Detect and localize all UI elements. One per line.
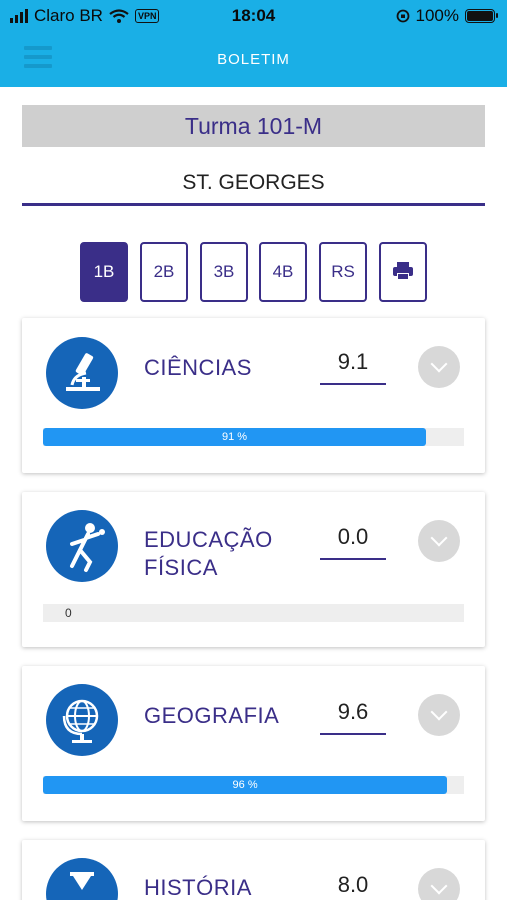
tab-3b[interactable]: 3B xyxy=(200,242,248,302)
progress-fill: 96 % xyxy=(43,776,448,794)
tab-4b[interactable]: 4B xyxy=(259,242,307,302)
subject-card-educacao-fisica: EDUCAÇÃO FÍSICA 0.0 0 xyxy=(22,492,485,647)
globe-icon xyxy=(46,684,118,756)
grade-value: 8.0 xyxy=(320,872,386,900)
progress-bar: 0 xyxy=(43,604,464,622)
battery-percent: 100% xyxy=(415,6,459,25)
discus-thrower-icon xyxy=(46,510,118,582)
tab-1b[interactable]: 1B xyxy=(80,242,128,302)
progress-bar: 91 % xyxy=(43,428,464,446)
status-bar: Claro BR VPN 18:04 100% xyxy=(0,0,507,32)
hourglass-icon xyxy=(46,858,118,900)
battery-icon xyxy=(465,9,498,23)
subject-card-ciencias: CIÊNCIAS 9.1 91 % xyxy=(22,318,485,473)
expand-chevron-icon[interactable] xyxy=(418,694,460,736)
subject-card-historia: HISTÓRIA 8.0 xyxy=(22,840,485,900)
subject-name: CIÊNCIAS xyxy=(144,355,252,380)
expand-chevron-icon[interactable] xyxy=(418,346,460,388)
class-title: Turma 101-M xyxy=(22,105,485,147)
subject-card-geografia: GEOGRAFIA 9.6 96 % xyxy=(22,666,485,821)
progress-bar: 96 % xyxy=(43,776,464,794)
expand-chevron-icon[interactable] xyxy=(418,520,460,562)
orientation-lock-icon xyxy=(396,9,409,23)
tab-2b[interactable]: 2B xyxy=(140,242,188,302)
grade-value: 0.0 xyxy=(320,524,386,560)
page-title: BOLETIM xyxy=(217,51,290,68)
printer-icon xyxy=(393,262,413,280)
grade-value: 9.1 xyxy=(320,349,386,385)
tab-rs[interactable]: RS xyxy=(319,242,367,302)
print-button[interactable] xyxy=(379,242,427,302)
subject-name: HISTÓRIA xyxy=(144,875,252,900)
microscope-icon xyxy=(46,337,118,409)
progress-fill: 91 % xyxy=(43,428,427,446)
school-name: ST. GEORGES xyxy=(22,168,485,206)
progress-label: 0 xyxy=(65,606,72,620)
grade-value: 9.6 xyxy=(320,699,386,735)
term-tabs: 1B 2B 3B 4B RS xyxy=(0,242,507,302)
subject-name: GEOGRAFIA xyxy=(144,703,280,728)
app-bar: BOLETIM xyxy=(0,32,507,87)
subject-name: EDUCAÇÃO FÍSICA xyxy=(144,527,273,580)
expand-chevron-icon[interactable] xyxy=(418,868,460,900)
